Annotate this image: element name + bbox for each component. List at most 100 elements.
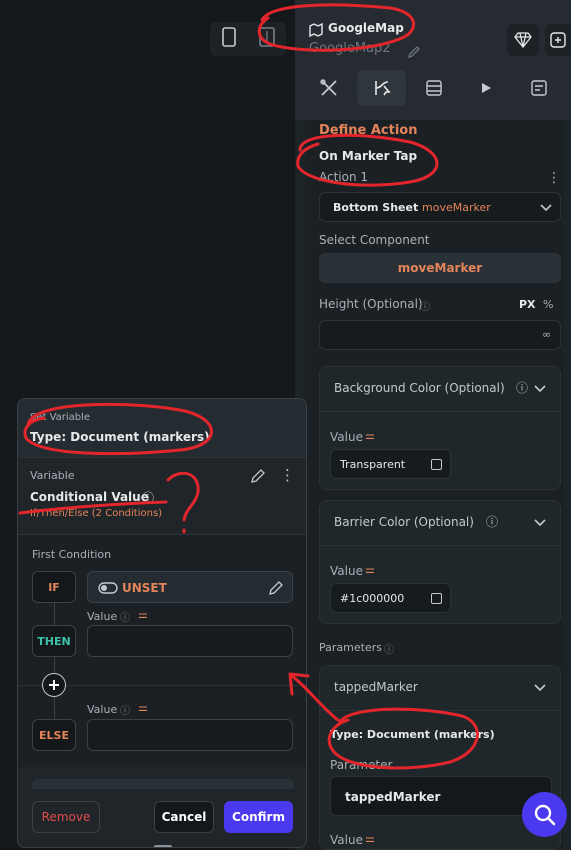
height-value: ∞ (542, 328, 552, 341)
first-condition-label: First Condition (32, 548, 112, 561)
actions-icon (374, 81, 391, 96)
then-value-input[interactable] (87, 625, 293, 657)
select-component-button[interactable]: moveMarker (319, 253, 561, 283)
height-label: Height (Optional) (319, 297, 423, 311)
toggle-icon (98, 582, 118, 594)
document-icon (531, 80, 547, 96)
chevron-down-icon (534, 684, 546, 692)
if-condition-field[interactable]: UNSET (87, 571, 293, 603)
tools-icon (320, 79, 337, 96)
phone-icon[interactable] (221, 27, 236, 51)
variable-section: Variable ⋮ Conditional Value ⓘ If/Then/E… (18, 457, 306, 535)
confirm-button[interactable]: Confirm (224, 801, 293, 833)
action-editor: Define Action On Marker Tap Action 1 ⋮ B… (305, 120, 563, 850)
tab-properties[interactable] (305, 70, 353, 106)
if-label: IF (48, 580, 60, 594)
variable-sub: If/Then/Else (2 Conditions) (30, 508, 163, 519)
component-name[interactable]: GoogleMap2 (309, 41, 391, 56)
info-icon: ⓘ (120, 613, 130, 624)
select-component-value: moveMarker (397, 261, 483, 275)
action-label: Action 1 (319, 170, 369, 184)
unit-px[interactable]: PX (519, 298, 536, 311)
info-icon: ⓘ (142, 491, 155, 505)
barrier-color-card: Barrier Color (Optional) ⓘ Value ⚌ #1c00… (319, 500, 561, 624)
then-pill: THEN (32, 625, 76, 657)
divider (320, 545, 560, 546)
panel-header: GoogleMap GoogleMap2 (295, 0, 571, 120)
remove-button[interactable]: Remove (32, 801, 100, 833)
drag-handle[interactable] (154, 845, 172, 847)
confirm-label: Confirm (232, 810, 285, 824)
variable-label: Variable (30, 469, 75, 482)
variable-icon[interactable]: ⚌ (138, 608, 148, 621)
info-icon: ⓘ (384, 645, 394, 656)
tab-backend[interactable] (410, 70, 458, 106)
search-button[interactable] (522, 792, 567, 837)
barrier-color-label: Barrier Color (Optional) (334, 515, 474, 529)
chevron-down-icon (534, 385, 546, 393)
chevron-down-icon (534, 519, 546, 527)
next-condition-stub (32, 779, 294, 789)
edit-icon[interactable] (407, 44, 421, 63)
add-condition-button[interactable] (42, 673, 66, 697)
variable-icon[interactable]: ⚌ (138, 701, 148, 714)
info-icon: ⓘ (516, 381, 529, 395)
chevron-down-icon (540, 204, 552, 212)
tab-actions[interactable] (357, 70, 406, 106)
variable-icon[interactable]: ⚌ (365, 832, 375, 845)
bg-color-label: Background Color (Optional) (334, 381, 505, 395)
variable-value: Conditional Value (30, 490, 149, 504)
action-target: moveMarker (422, 201, 491, 214)
divider (320, 411, 560, 412)
more-icon[interactable]: ⋮ (280, 466, 295, 484)
select-component-label: Select Component (319, 233, 430, 247)
section-title: Define Action (319, 123, 418, 138)
info-icon: ⓘ (120, 706, 130, 717)
play-icon (482, 83, 492, 93)
set-variable-dialog: Set Variable Type: Document (markers) Va… (17, 398, 307, 848)
bg-color-input[interactable]: Transparent (330, 449, 451, 479)
edit-icon (269, 581, 283, 595)
background-color-card: Background Color (Optional) ⓘ Value ⚌ Tr… (319, 366, 561, 490)
else-value-input[interactable] (87, 719, 293, 751)
add-widget-icon (550, 32, 566, 48)
then-value-label: Value (87, 610, 118, 623)
conditions-area: First Condition IF UNSET Value ⓘ ⚌ THEN … (18, 535, 306, 767)
tab-docs[interactable] (515, 70, 563, 106)
properties-panel: GoogleMap GoogleMap2 Define Action On Ma… (295, 0, 571, 850)
action-type: Bottom Sheet (333, 201, 419, 214)
dialog-header: Set Variable Type: Document (markers) (18, 399, 306, 457)
add-widget-button[interactable] (545, 24, 571, 56)
variable-icon[interactable]: ⚌ (365, 563, 375, 576)
action-select[interactable]: Bottom Sheet moveMarker (319, 192, 561, 222)
variable-icon[interactable]: ⚌ (365, 429, 375, 442)
edit-icon[interactable] (250, 468, 266, 488)
panel-tabs (305, 70, 563, 108)
param-type: Type: Document (markers) (330, 728, 495, 741)
param-value-label: Value (330, 833, 363, 847)
tablet-icon[interactable] (258, 27, 275, 51)
unit-percent[interactable]: % (543, 298, 553, 311)
trigger-label: On Marker Tap (319, 149, 418, 163)
color-swatch[interactable] (431, 593, 442, 604)
if-pill: IF (32, 571, 76, 603)
parameters-label: Parameters (319, 641, 382, 654)
else-label: ELSE (39, 728, 69, 742)
plus-icon (49, 680, 59, 690)
tab-preview[interactable] (462, 70, 510, 106)
gem-icon (514, 32, 532, 48)
more-icon[interactable]: ⋮ (547, 170, 561, 186)
search-icon (534, 804, 555, 825)
parameter-select[interactable]: tappedMarker (330, 776, 552, 816)
height-input[interactable]: ∞ (319, 320, 561, 350)
barrier-color-value: #1c000000 (340, 592, 405, 605)
cancel-button[interactable]: Cancel (154, 801, 214, 833)
color-swatch[interactable] (431, 459, 442, 470)
set-variable-type: Type: Document (markers) (30, 430, 210, 444)
bg-value-label: Value (330, 430, 363, 444)
if-value: UNSET (122, 581, 167, 595)
barrier-color-input[interactable]: #1c000000 (330, 583, 451, 613)
gem-button[interactable] (507, 24, 539, 56)
database-icon (426, 80, 442, 96)
parameter-field-label: Parameter (330, 758, 393, 772)
